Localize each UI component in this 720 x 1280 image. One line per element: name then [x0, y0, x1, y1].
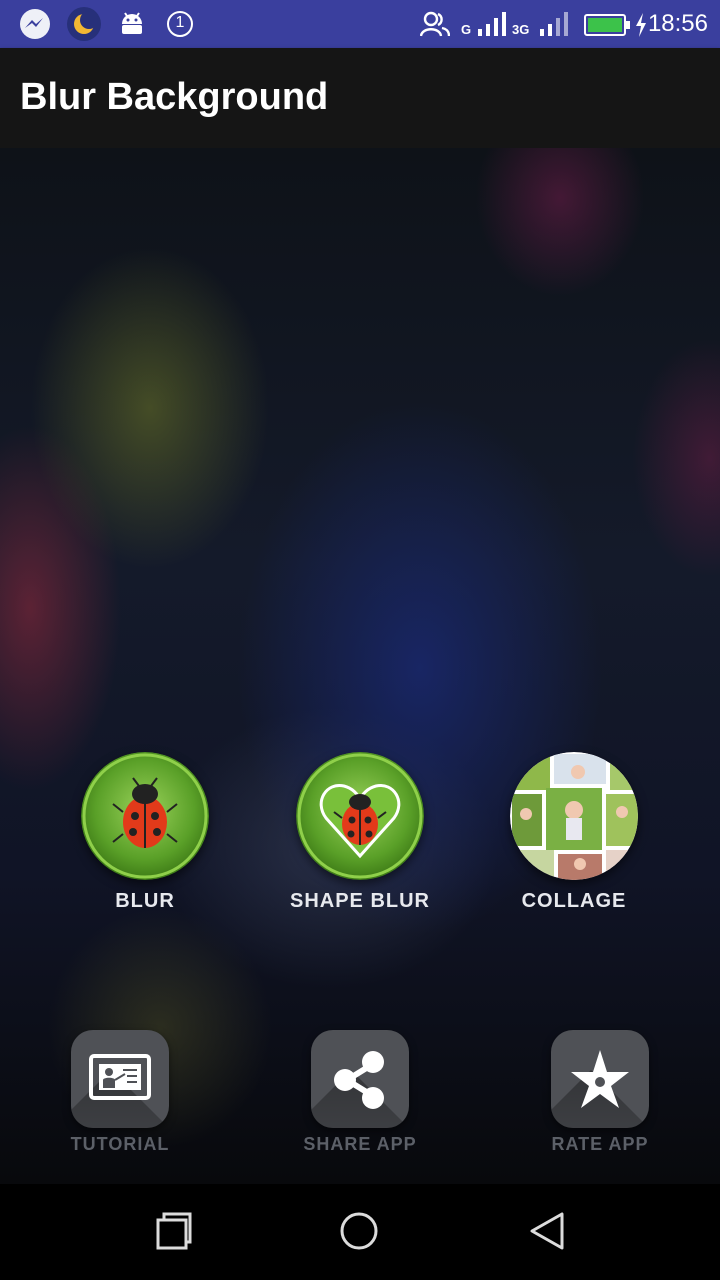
rate-app-button[interactable]: RATE APP: [520, 1030, 680, 1155]
collage-label: COLLAGE: [521, 890, 627, 912]
share-icon: [334, 1051, 384, 1109]
blur-button[interactable]: BLUR: [45, 752, 245, 913]
share-app-button[interactable]: SHARE APP: [280, 1030, 440, 1155]
ladybug-icon: [81, 752, 209, 880]
network-type-label: G: [461, 22, 472, 37]
share-app-label: SHARE APP: [303, 1134, 417, 1154]
messenger-icon: [18, 8, 52, 47]
tutorial-label: TUTORIAL: [70, 1134, 170, 1154]
photo-collage-icon: [510, 752, 638, 880]
home-icon[interactable]: [338, 1210, 380, 1257]
collage-button[interactable]: COLLAGE: [474, 752, 674, 913]
star-icon: [571, 1050, 629, 1108]
battery-icon: [584, 13, 632, 42]
notification-count-icon: 1: [166, 10, 194, 43]
network-type-label-2: 3G: [512, 22, 530, 37]
app-bar: Blur Background: [0, 48, 720, 148]
blur-label: BLUR: [115, 890, 175, 912]
contacts-icon: [419, 10, 451, 43]
notification-count: 1: [175, 14, 185, 31]
tutorial-button[interactable]: TUTORIAL: [40, 1030, 200, 1155]
rate-app-label: RATE APP: [551, 1134, 649, 1154]
tutorial-tile: [71, 1030, 169, 1128]
night-mode-icon: [66, 6, 102, 47]
rate-app-tile: [551, 1030, 649, 1128]
android-icon: [118, 12, 146, 41]
status-bar: 1 G 3G 18:56: [0, 0, 720, 48]
shape-blur-button[interactable]: SHAPE BLUR: [260, 752, 460, 913]
ladybug-heart-icon: [296, 752, 424, 880]
status-time: 18:56: [647, 10, 708, 37]
back-icon[interactable]: [526, 1210, 568, 1257]
share-app-tile: [311, 1030, 409, 1128]
main-content: BLUR SHAPE BLUR COLLAGE TUTORIAL SHARE A…: [0, 148, 720, 1184]
presentation-icon: [89, 1054, 151, 1100]
signal-icon: [538, 10, 570, 43]
signal-icon: [476, 10, 508, 43]
charging-icon: [634, 12, 648, 43]
shape-blur-label: SHAPE BLUR: [289, 890, 430, 912]
page-title: Blur Background: [20, 76, 329, 118]
navigation-bar: [0, 1184, 720, 1280]
recents-icon[interactable]: [152, 1210, 194, 1257]
